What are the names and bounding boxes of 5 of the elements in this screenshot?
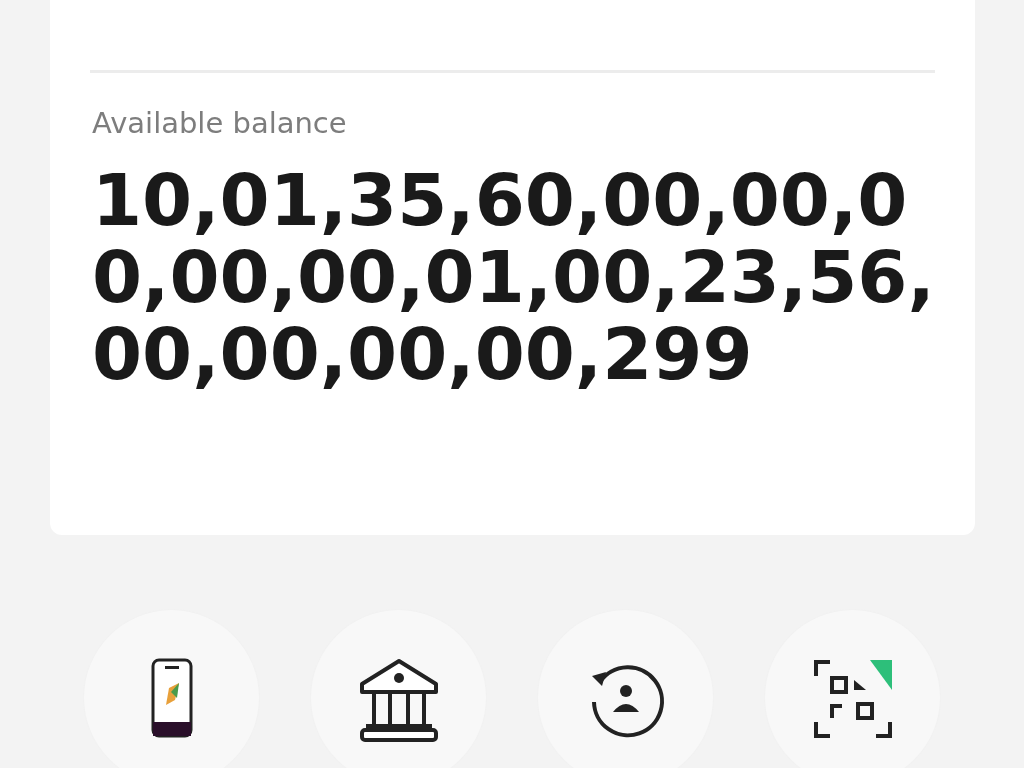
balance-amount: 10,01,35,60,00,00,00,00,00,01,00,23,56,00,00,00,00,299 — [92, 162, 936, 394]
bank-icon — [357, 658, 440, 742]
balance-label: Available balance — [92, 106, 347, 140]
phone-icon — [150, 658, 193, 738]
qr-scan-icon — [811, 658, 894, 740]
